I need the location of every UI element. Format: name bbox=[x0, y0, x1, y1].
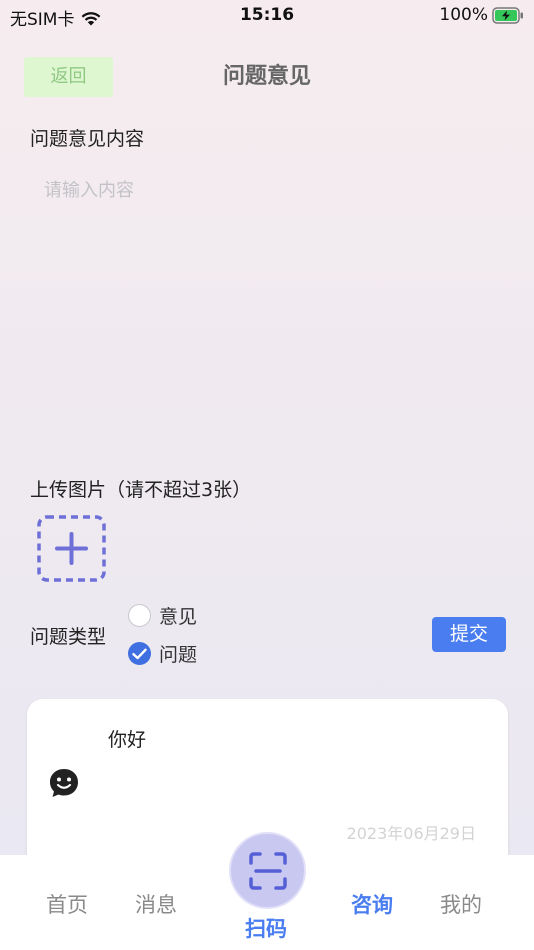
radio-opinion[interactable]: 意见 bbox=[128, 602, 197, 629]
radio-problem[interactable]: 问题 bbox=[128, 640, 197, 667]
scan-button[interactable] bbox=[229, 832, 306, 909]
radio-checked-icon bbox=[128, 642, 151, 665]
radio-opinion-label: 意见 bbox=[159, 606, 198, 628]
radio-problem-label: 问题 bbox=[159, 644, 198, 666]
submit-button[interactable]: 提交 bbox=[432, 617, 506, 652]
tab-mine[interactable]: 我的 bbox=[440, 889, 482, 919]
content-input[interactable] bbox=[30, 168, 504, 448]
status-bar: 无SIM卡 15:16 100% bbox=[0, 0, 534, 30]
feedback-date: 2023年06月29日 bbox=[346, 824, 476, 843]
add-image-icon bbox=[37, 515, 106, 582]
scan-icon bbox=[248, 851, 287, 890]
tab-consult[interactable]: 咨询 bbox=[351, 889, 393, 919]
tab-scan-label[interactable]: 扫码 bbox=[245, 913, 287, 943]
battery-charging-icon bbox=[492, 6, 523, 24]
upload-label: 上传图片（请不超过3张） bbox=[30, 479, 252, 501]
battery-percent: 100% bbox=[439, 5, 488, 25]
radio-unchecked-icon bbox=[128, 604, 151, 627]
page-title: 问题意见 bbox=[222, 64, 311, 89]
content-label: 问题意见内容 bbox=[30, 128, 145, 150]
upload-image-button[interactable] bbox=[37, 515, 106, 582]
battery-info: 100% bbox=[439, 5, 524, 25]
feedback-text: 你好 bbox=[108, 729, 147, 751]
chat-bubble-smile-icon bbox=[50, 769, 78, 797]
tab-messages[interactable]: 消息 bbox=[135, 889, 177, 919]
type-label: 问题类型 bbox=[30, 626, 107, 648]
tab-home[interactable]: 首页 bbox=[46, 889, 88, 919]
